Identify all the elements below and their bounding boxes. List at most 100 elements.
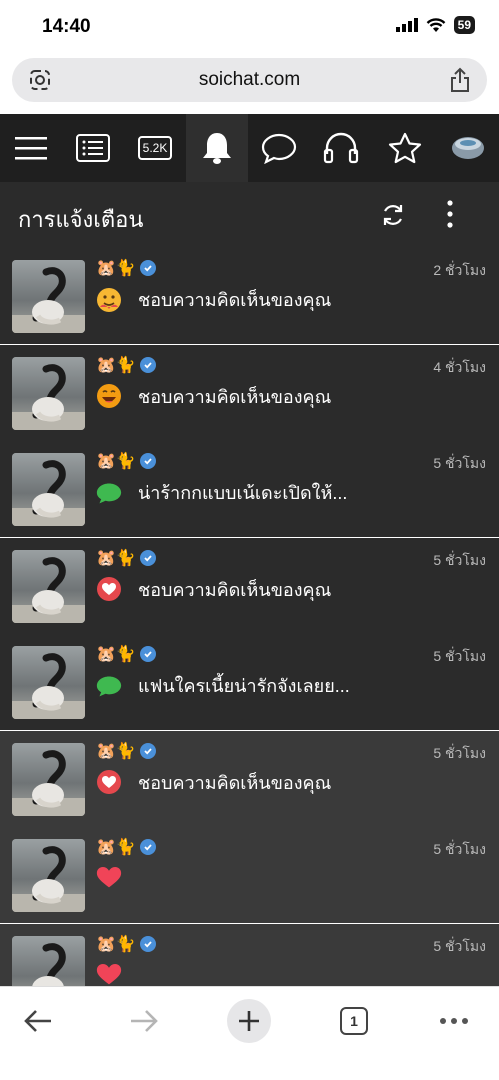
username[interactable]: 🐹🐈 [96, 934, 156, 954]
notifications-button[interactable] [186, 114, 248, 182]
list-icon [76, 134, 110, 162]
user-avatar[interactable] [12, 839, 85, 912]
ellipsis-icon [440, 1018, 468, 1024]
username[interactable]: 🐹🐈 [96, 837, 156, 857]
verified-badge-icon [139, 453, 156, 469]
feed-list-button[interactable] [62, 114, 124, 182]
more-options-icon[interactable] [444, 200, 456, 228]
notification-item[interactable]: 🐹🐈 5 ชั่วโมง [0, 923, 499, 987]
back-button[interactable] [14, 995, 62, 1047]
notification-time: 4 ชั่วโมง [433, 358, 486, 375]
user-avatar[interactable] [12, 646, 85, 719]
notification-message: ชอบความคิดเห็นของคุณ [96, 575, 331, 604]
notification-item[interactable]: 🐹🐈 5 ชั่วโมง แฟนใครเนี้ยน่ารักจังเลยย... [0, 634, 499, 730]
chat-bubble-icon [261, 133, 297, 164]
notification-item[interactable]: 🐹🐈 5 ชั่วโมง ชอบความคิดเห็นของคุณ [0, 730, 499, 827]
notification-item[interactable]: 🐹🐈 5 ชั่วโมง น่าร้ากกแบบเน้เดะเปิดให้... [0, 441, 499, 537]
comment-bubble-icon [96, 480, 122, 506]
forward-button[interactable] [120, 995, 168, 1047]
heart-icon [96, 864, 122, 890]
username[interactable]: 🐹🐈 [96, 451, 156, 471]
username[interactable]: 🐹🐈 [96, 548, 156, 568]
notification-item[interactable]: 🐹🐈 2 ชั่วโมง ชอบความคิดเห็นของคุณ [0, 248, 499, 344]
notifications-header: การแจ้งเตือน [0, 182, 499, 248]
heart-circle-icon [96, 769, 122, 795]
username-text: 🐹🐈 [96, 260, 136, 277]
user-avatar[interactable] [12, 356, 85, 430]
refresh-icon[interactable] [380, 202, 406, 228]
username-text: 🐹🐈 [96, 935, 136, 953]
notification-time: 5 ชั่วโมง [433, 648, 486, 664]
new-tab-button[interactable] [226, 995, 272, 1047]
username[interactable]: 🐹🐈 [96, 644, 156, 664]
verified-badge-icon [139, 935, 156, 952]
notification-time: 5 ชั่วโมง [433, 937, 486, 954]
menu-button[interactable] [0, 114, 62, 182]
notification-text: แฟนใครเนี้ยน่ารักจังเลยย... [138, 676, 350, 696]
user-avatar[interactable] [12, 453, 85, 526]
bell-icon [203, 133, 231, 164]
notification-message [96, 864, 122, 890]
verified-badge-icon [139, 646, 156, 662]
profile-avatar-button[interactable] [437, 114, 499, 182]
star-icon [388, 132, 422, 164]
audio-button[interactable] [310, 114, 372, 182]
username[interactable]: 🐹🐈 [96, 741, 156, 761]
online-count-button[interactable]: 5.2K [124, 114, 186, 182]
battery-indicator: 59 [453, 16, 475, 34]
status-icons: 59 [395, 16, 475, 34]
user-avatar[interactable] [12, 549, 85, 623]
share-icon[interactable] [449, 67, 471, 93]
notification-time: 2 ชั่วโมง [433, 262, 486, 278]
favorites-button[interactable] [374, 114, 436, 182]
laugh-emoji-icon [96, 383, 122, 409]
notification-text: ชอบความคิดเห็นของคุณ [138, 386, 332, 407]
address-bar[interactable]: soichat.com [12, 58, 487, 102]
username-text: 🐹🐈 [96, 742, 136, 760]
username-text: 🐹🐈 [96, 549, 136, 567]
notification-item[interactable]: 🐹🐈 4 ชั่วโมง ชอบความคิดเห็นของคุณ [0, 344, 499, 441]
hamburger-icon [15, 137, 47, 160]
notification-text: น่าร้ากกแบบเน้เดะเปิดให้... [138, 483, 348, 503]
username-text: 🐹🐈 [96, 839, 136, 856]
verified-badge-icon [139, 549, 156, 566]
username[interactable]: 🐹🐈 [96, 355, 156, 375]
notification-text: ชอบความคิดเห็นของคุณ [138, 290, 332, 310]
arrow-right-icon [131, 1010, 158, 1032]
notification-item[interactable]: 🐹🐈 5 ชั่วโมง [0, 827, 499, 923]
username[interactable]: 🐹🐈 [96, 258, 156, 278]
notification-message: ชอบความคิดเห็นของคุณ [96, 382, 331, 411]
notification-list[interactable]: 🐹🐈 2 ชั่วโมง ชอบความคิดเห็นของคุณ 🐹🐈 4 ช… [0, 248, 499, 986]
notification-text: ชอบความคิดเห็นของคุณ [138, 772, 332, 793]
site-nav: 5.2K [0, 114, 499, 182]
tabs-button[interactable]: 1 [336, 995, 372, 1047]
headphones-icon [323, 132, 359, 164]
user-avatar[interactable] [12, 935, 85, 986]
online-count-badge: 5.2K [137, 136, 173, 160]
new-tab-circle [227, 999, 271, 1043]
notification-time: 5 ชั่วโมง [433, 455, 486, 471]
page-title: การแจ้งเตือน [18, 207, 144, 232]
verified-badge-icon [139, 260, 156, 276]
url-text[interactable]: soichat.com [12, 69, 487, 91]
verified-badge-icon [139, 742, 156, 759]
notification-text: ชอบความคิดเห็นของคุณ [138, 579, 332, 600]
more-menu-button[interactable] [434, 995, 474, 1047]
status-bar: 14:40 59 [0, 0, 499, 52]
notification-message: แฟนใครเนี้ยน่ารักจังเลยย... [96, 671, 350, 700]
plus-icon [239, 1011, 259, 1031]
username-text: 🐹🐈 [96, 646, 136, 663]
tab-count: 1 [340, 1007, 368, 1035]
user-avatar[interactable] [12, 742, 85, 816]
notification-time: 5 ชั่วโมง [433, 744, 486, 761]
arrow-left-icon [24, 1010, 51, 1032]
browser-toolbar: 1 [0, 986, 499, 1080]
heart-icon [96, 961, 122, 987]
signal-icon [395, 18, 418, 32]
user-avatar[interactable] [12, 260, 85, 333]
notification-item[interactable]: 🐹🐈 5 ชั่วโมง ชอบความคิดเห็นของคุณ [0, 537, 499, 634]
comment-bubble-icon [96, 673, 122, 699]
messages-button[interactable] [248, 114, 310, 182]
notification-message: ชอบความคิดเห็นของคุณ [96, 768, 331, 797]
verified-badge-icon [139, 356, 156, 373]
